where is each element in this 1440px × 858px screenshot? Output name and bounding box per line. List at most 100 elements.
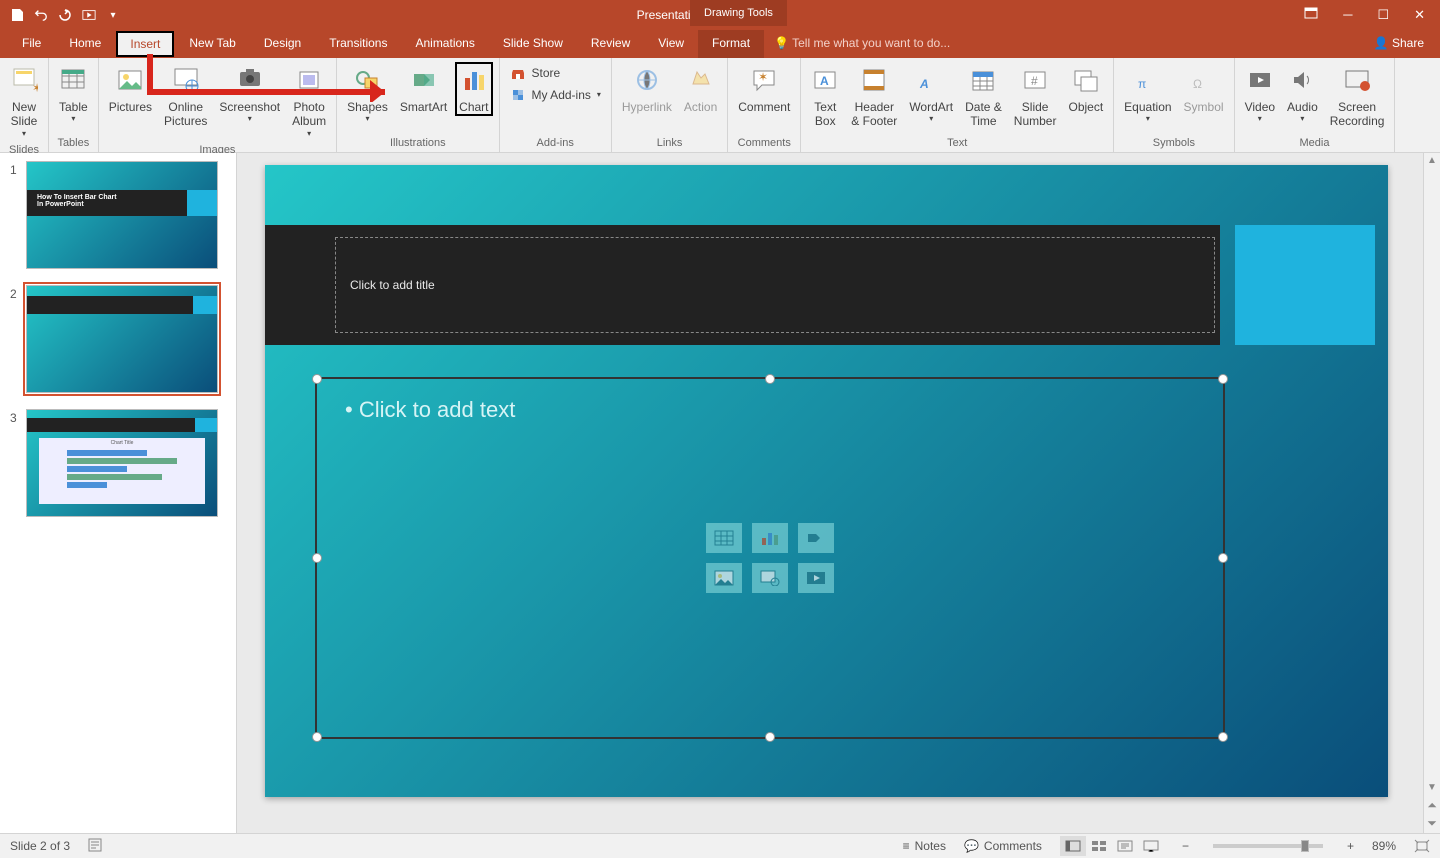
view-buttons (1060, 836, 1164, 856)
close-icon[interactable]: ✕ (1414, 7, 1425, 23)
resize-handle-t[interactable] (765, 374, 775, 384)
tab-format[interactable]: Format (698, 30, 764, 58)
thumbnail-1[interactable]: 1 How To Insert Bar Chart In PowerPoint (10, 161, 226, 269)
vertical-scrollbar[interactable]: ▲ ▼ ⏶ ⏷ (1423, 153, 1440, 833)
ph-table-icon[interactable] (706, 523, 742, 553)
svg-text:#: # (1031, 74, 1038, 88)
zoom-out-button[interactable]: − (1182, 839, 1189, 853)
equation-button[interactable]: πEquation▾ (1120, 62, 1175, 126)
object-button[interactable]: Object (1064, 62, 1107, 116)
tab-view[interactable]: View (644, 30, 698, 58)
redo-icon[interactable] (58, 8, 72, 22)
resize-handle-r[interactable] (1218, 553, 1228, 563)
scroll-down-icon[interactable]: ▼ (1424, 782, 1440, 793)
date-time-label: Date & Time (965, 100, 1002, 129)
ph-pictures-icon[interactable] (706, 563, 742, 593)
title-placeholder[interactable]: Click to add title (335, 237, 1215, 333)
chart-button[interactable]: Chart (455, 62, 492, 116)
share-button[interactable]: 👤 Share (1358, 30, 1440, 58)
group-text-label: Text (801, 137, 1113, 152)
tab-file[interactable]: File (8, 30, 55, 58)
zoom-in-button[interactable]: + (1347, 839, 1354, 853)
header-footer-button[interactable]: Header & Footer (847, 62, 901, 131)
minimize-icon[interactable]: ─ (1343, 7, 1352, 23)
slide-number-icon: # (1021, 64, 1049, 96)
tab-animations[interactable]: Animations (401, 30, 488, 58)
thumbnail-3[interactable]: 3 Chart Title (10, 409, 226, 517)
video-button[interactable]: Video▾ (1241, 62, 1279, 126)
wordart-button[interactable]: AWordArt▾ (905, 62, 957, 126)
audio-button[interactable]: Audio▾ (1283, 62, 1322, 126)
store-button[interactable]: Store (506, 62, 605, 84)
comments-button[interactable]: 💬 Comments (964, 839, 1042, 853)
hyperlink-button[interactable]: Hyperlink (618, 62, 676, 116)
tab-design[interactable]: Design (250, 30, 315, 58)
resize-handle-b[interactable] (765, 732, 775, 742)
tab-new-tab[interactable]: New Tab (175, 30, 249, 58)
photo-album-button[interactable]: Photo Album▾ (288, 62, 330, 140)
zoom-slider-thumb[interactable] (1301, 840, 1309, 852)
tab-review[interactable]: Review (577, 30, 644, 58)
ph-video-icon[interactable] (798, 563, 834, 593)
normal-view-button[interactable] (1060, 836, 1086, 856)
zoom-level[interactable]: 89% (1372, 839, 1396, 853)
content-placeholder[interactable]: • Click to add text (315, 377, 1225, 739)
fit-to-window-button[interactable] (1414, 839, 1430, 853)
smartart-button[interactable]: SmartArt (396, 62, 451, 116)
tab-transitions[interactable]: Transitions (315, 30, 401, 58)
thumbnail-2[interactable]: 2 (10, 285, 226, 393)
prev-slide-icon[interactable]: ⏶ (1424, 798, 1440, 813)
undo-icon[interactable] (34, 8, 48, 22)
resize-handle-bl[interactable] (312, 732, 322, 742)
scroll-up-icon[interactable]: ▲ (1424, 153, 1440, 166)
new-slide-button[interactable]: ✶New Slide▾ (6, 62, 42, 140)
screen-recording-button[interactable]: Screen Recording (1326, 62, 1389, 131)
resize-handle-tr[interactable] (1218, 374, 1228, 384)
pictures-button[interactable]: Pictures (105, 62, 156, 116)
symbol-icon: Ω (1190, 64, 1218, 96)
slide-number-button[interactable]: #Slide Number (1010, 62, 1061, 131)
ph-online-pictures-icon[interactable] (752, 563, 788, 593)
reading-view-button[interactable] (1112, 836, 1138, 856)
save-icon[interactable] (10, 8, 24, 22)
comment-button[interactable]: ✶Comment (734, 62, 794, 116)
my-addins-button[interactable]: My Add-ins ▾ (506, 84, 605, 106)
date-time-button[interactable]: Date & Time (961, 62, 1006, 131)
quick-access-toolbar: ▾ (0, 8, 130, 22)
ph-chart-icon[interactable] (752, 523, 788, 553)
tell-me-field[interactable]: 💡 Tell me what you want to do... (764, 30, 1358, 58)
spell-check-icon[interactable] (88, 838, 104, 855)
slide-canvas-area[interactable]: Click to add title ⟳ • Click to add text (237, 153, 1440, 833)
next-slide-icon[interactable]: ⏷ (1424, 816, 1440, 831)
ribbon-display-icon[interactable] (1304, 7, 1318, 23)
maximize-icon[interactable]: ☐ (1377, 7, 1389, 23)
tab-home[interactable]: Home (55, 30, 115, 58)
slide-panel[interactable]: 1 How To Insert Bar Chart In PowerPoint … (0, 153, 237, 833)
thumb-preview-1[interactable]: How To Insert Bar Chart In PowerPoint (26, 161, 218, 269)
symbol-button[interactable]: ΩSymbol (1180, 62, 1228, 116)
notes-button[interactable]: ≡ Notes (903, 839, 946, 853)
tab-slide-show[interactable]: Slide Show (489, 30, 577, 58)
resize-handle-l[interactable] (312, 553, 322, 563)
thumb-preview-3[interactable]: Chart Title (26, 409, 218, 517)
zoom-slider[interactable] (1213, 844, 1323, 848)
text-box-button[interactable]: AText Box (807, 62, 843, 131)
audio-label: Audio (1287, 100, 1318, 114)
screenshot-button[interactable]: Screenshot▾ (215, 62, 284, 126)
table-button[interactable]: Table▾ (55, 62, 92, 126)
action-button[interactable]: Action (680, 62, 721, 116)
thumb-preview-2[interactable] (26, 285, 218, 393)
header-footer-label: Header & Footer (851, 100, 897, 129)
slide[interactable]: Click to add title ⟳ • Click to add text (265, 165, 1388, 797)
qat-customize-icon[interactable]: ▾ (106, 8, 120, 22)
slide-position[interactable]: Slide 2 of 3 (10, 839, 70, 853)
tab-insert[interactable]: Insert (116, 31, 174, 57)
resize-handle-br[interactable] (1218, 732, 1228, 742)
slideshow-view-button[interactable] (1138, 836, 1164, 856)
start-from-beginning-icon[interactable] (82, 8, 96, 22)
online-pictures-button[interactable]: Online Pictures (160, 62, 211, 131)
resize-handle-tl[interactable] (312, 374, 322, 384)
slide-sorter-view-button[interactable] (1086, 836, 1112, 856)
shapes-button[interactable]: Shapes▾ (343, 62, 392, 126)
ph-smartart-icon[interactable] (798, 523, 834, 553)
